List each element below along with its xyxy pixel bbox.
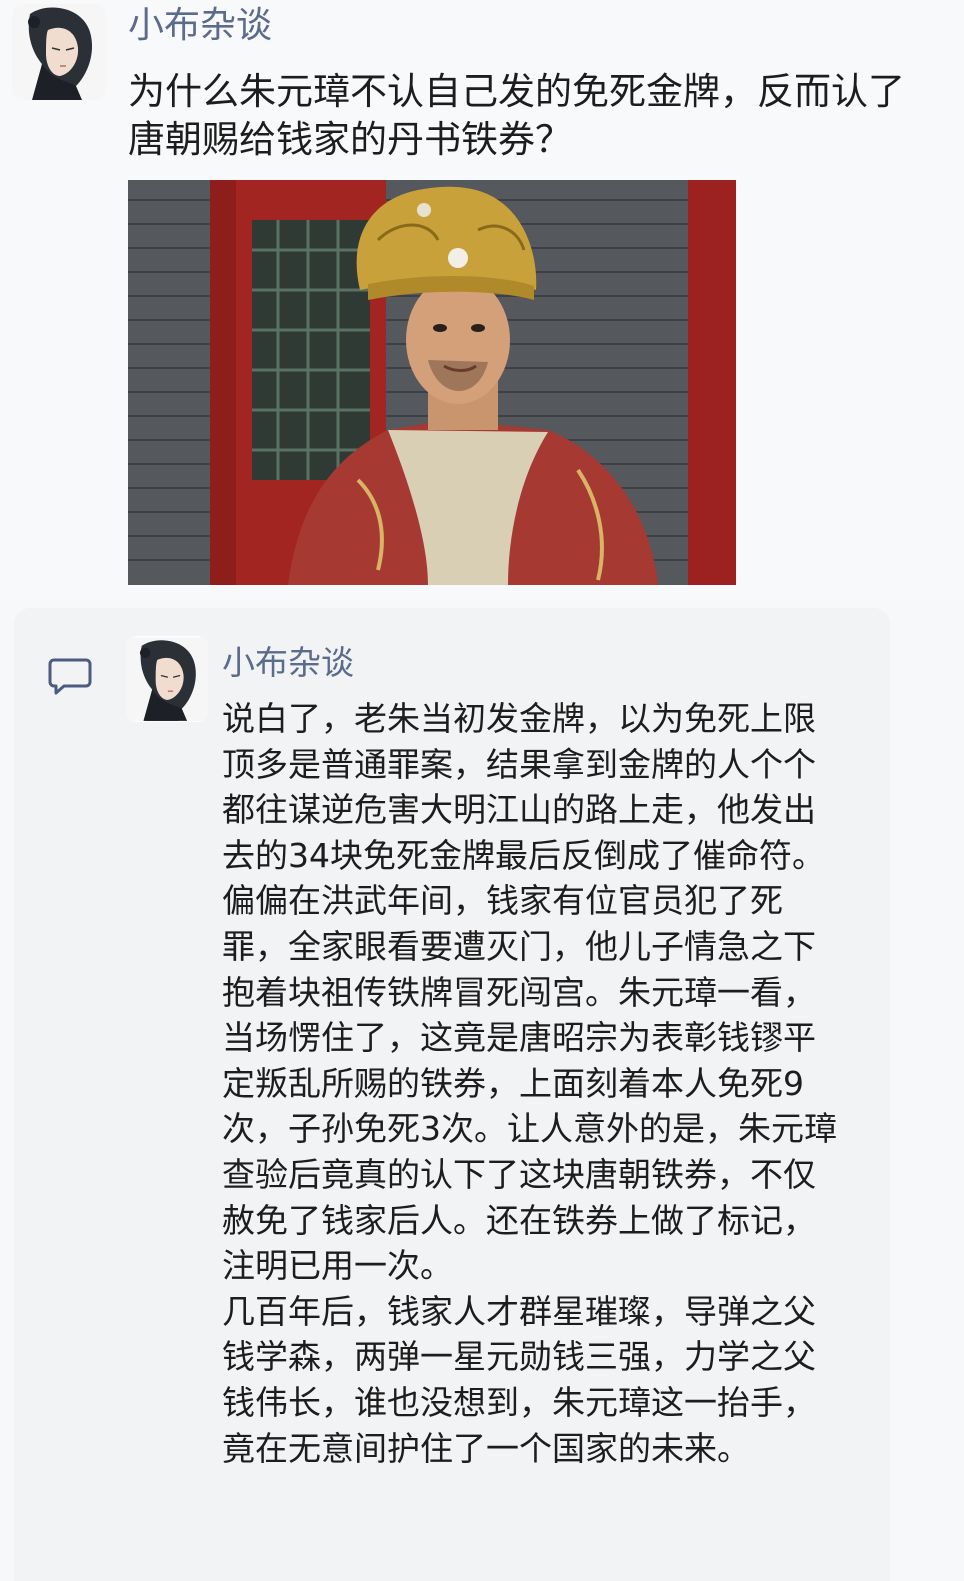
post-title: 为什么朱元璋不认自己发的免死金牌，反而认了唐朝赐给钱家的丹书铁券？ [128, 70, 905, 161]
comment-paragraph: 偏偏在洪武年间，钱家有位官员犯了死罪，全家眼看要遭灭门，他儿子情急之下抱着块祖传… [222, 881, 837, 1286]
comment-author-name[interactable]: 小布杂谈 [222, 642, 354, 684]
comment-bubble-icon[interactable] [48, 656, 92, 696]
user-avatar-icon [12, 4, 106, 100]
costume-drama-still-image [128, 180, 736, 585]
post-author-avatar[interactable] [12, 4, 106, 100]
post-author-name[interactable]: 小布杂谈 [128, 4, 272, 48]
comment-paragraph: 说白了，老朱当初发金牌，以为免死上限顶多是普通罪案，结果拿到金牌的人个个都往谋逆… [222, 699, 825, 875]
user-avatar-icon [126, 637, 208, 721]
comment-paragraph: 几百年后，钱家人才群星璀璨，导弹之父钱学森，两弹一星元勋钱三强，力学之父钱伟长，… [222, 1291, 816, 1468]
comment-body: 说白了，老朱当初发金牌，以为免死上限顶多是普通罪案，结果拿到金牌的人个个都往谋逆… [222, 696, 848, 1471]
post: 小布杂谈 为什么朱元璋不认自己发的免死金牌，反而认了唐朝赐给钱家的丹书铁券？ [0, 0, 964, 600]
comment-card: 小布杂谈 说白了，老朱当初发金牌，以为免死上限顶多是普通罪案，结果拿到金牌的人个… [14, 608, 890, 1581]
comment-author-avatar[interactable] [126, 636, 208, 722]
post-image[interactable] [128, 180, 736, 585]
